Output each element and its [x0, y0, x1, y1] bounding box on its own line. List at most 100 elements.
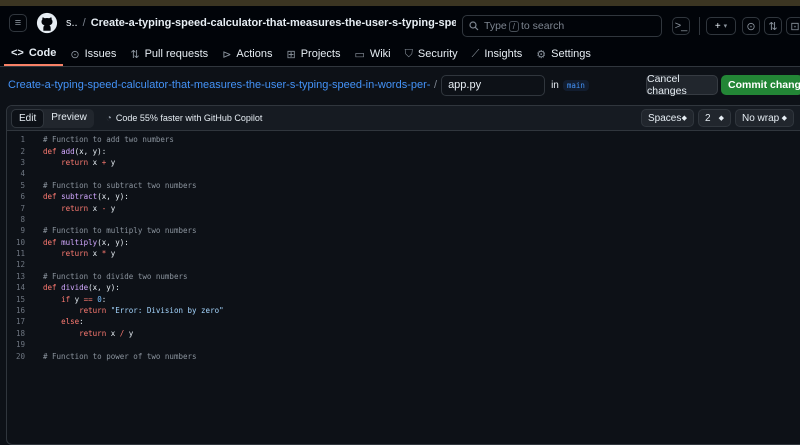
line-number: 19: [15, 340, 25, 350]
chevron-down-icon: ▾: [723, 23, 728, 30]
code-line[interactable]: 2 def add(x, y):: [7, 145, 800, 156]
tab-preview[interactable]: Preview: [44, 109, 94, 128]
tab-label: Settings: [551, 48, 591, 60]
code-line[interactable]: 20 # Function to power of two numbers: [7, 350, 800, 361]
repo-tabs: <> Code ⊙ Issues ⇅ Pull requests ⊳ Actio…: [0, 40, 800, 67]
cancel-changes-button[interactable]: Cancel changes: [646, 73, 718, 97]
line-number: 12: [15, 260, 25, 270]
code-line[interactable]: 12: [7, 259, 800, 270]
indent-size-select[interactable]: 2 ◆: [698, 109, 731, 127]
issues-icon[interactable]: ⊙: [742, 17, 760, 35]
line-number: 6: [20, 192, 25, 202]
line-number: 3: [20, 157, 25, 167]
tab-wiki[interactable]: ▭ Wiki: [347, 42, 397, 66]
line-number: 14: [15, 283, 25, 293]
tab-security[interactable]: ⛉ Security: [398, 42, 465, 66]
code-icon: <>: [11, 47, 24, 59]
menu-icon[interactable]: ≡: [9, 14, 27, 32]
tab-code[interactable]: <> Code: [4, 42, 64, 66]
tab-settings[interactable]: ⚙ Settings: [529, 42, 598, 66]
chevron-updown-icon: ◆: [781, 115, 787, 122]
code-line[interactable]: 14 def divide(x, y):: [7, 282, 800, 293]
edit-preview-toggle: Edit Preview: [11, 108, 94, 128]
code-line[interactable]: 9 # Function to multiply two numbers: [7, 225, 800, 236]
tab-pull-requests[interactable]: ⇅ Pull requests: [123, 42, 215, 66]
graph-icon: ⟋: [471, 47, 480, 60]
code-line[interactable]: 15 if y == 0:: [7, 293, 800, 304]
filename-input[interactable]: app.py: [441, 74, 546, 96]
tab-insights[interactable]: ⟋ Insights: [465, 42, 530, 66]
line-content: def subtract(x, y):: [43, 192, 129, 202]
code-line[interactable]: 18 return x / y: [7, 328, 800, 339]
code-line[interactable]: 3 return x + y: [7, 157, 800, 168]
code-line[interactable]: 6 def subtract(x, y):: [7, 191, 800, 202]
inbox-icon[interactable]: ⊡: [786, 17, 800, 35]
tab-label: Issues: [84, 48, 117, 60]
code-area[interactable]: 1 # Function to add two numbers 2 def add(x…: [7, 131, 800, 362]
search-placeholder-suffix: to search: [521, 20, 565, 32]
code-line[interactable]: 17 else:: [7, 316, 800, 327]
line-number: 7: [20, 203, 25, 213]
create-new-button[interactable]: + ▾: [706, 17, 736, 35]
code-line[interactable]: 19: [7, 339, 800, 350]
tab-projects[interactable]: ⊞ Projects: [279, 42, 347, 66]
copilot-icon: ◔: [105, 112, 112, 124]
github-logo-icon[interactable]: [36, 12, 58, 34]
breadcrumb: s.. / Create-a-typing-speed-calculator-t…: [66, 17, 456, 29]
indent-mode-select[interactable]: Spaces ◆: [641, 109, 694, 127]
line-number: 18: [15, 328, 25, 338]
tab-edit[interactable]: Edit: [11, 108, 45, 128]
indent-mode-value: Spaces: [648, 112, 682, 124]
line-number: 2: [20, 146, 25, 156]
code-line[interactable]: 8: [7, 214, 800, 225]
tab-label: Insights: [484, 48, 523, 60]
repo-link[interactable]: Create-a-typing-speed-calculator-that-me…: [91, 17, 456, 29]
code-line[interactable]: 4: [7, 168, 800, 179]
pull-request-icon: ⇅: [130, 48, 140, 61]
book-icon: ▭: [354, 48, 365, 61]
search-shortcut-key: /: [508, 20, 519, 32]
line-number: 11: [15, 249, 25, 259]
pull-requests-icon[interactable]: ⇅: [764, 17, 782, 35]
search-input[interactable]: Type / to search: [462, 15, 662, 37]
path-separator: /: [434, 79, 438, 91]
code-line[interactable]: 13 # Function to divide two numbers: [7, 271, 800, 282]
code-line[interactable]: 16 return "Error: Division by zero": [7, 305, 800, 316]
tab-issues[interactable]: ⊙ Issues: [63, 42, 123, 66]
copilot-promo[interactable]: ◔ Code 55% faster with GitHub Copilot: [106, 113, 263, 124]
line-content: # Function to divide two numbers: [43, 271, 188, 281]
header-divider: [699, 17, 700, 35]
tab-label: Security: [417, 48, 458, 60]
table-icon: ⊞: [286, 48, 296, 61]
code-editor: Edit Preview ◔ Code 55% faster with GitH…: [6, 105, 800, 445]
wrap-mode-select[interactable]: No wrap ◆: [735, 109, 794, 127]
line-number: 5: [20, 180, 25, 190]
code-line[interactable]: 1 # Function to add two numbers: [7, 134, 800, 145]
line-number: 13: [15, 271, 25, 281]
code-line[interactable]: 10 def multiply(x, y):: [7, 237, 800, 248]
line-content: return x / y: [79, 328, 134, 338]
line-content: if y == 0:: [61, 294, 107, 304]
line-content: # Function to multiply two numbers: [43, 226, 197, 236]
code-line[interactable]: 7 return x - y: [7, 202, 800, 213]
code-line[interactable]: 11 return x * y: [7, 248, 800, 259]
commit-changes-button[interactable]: Commit changes...: [721, 75, 800, 95]
line-number: 8: [20, 214, 25, 224]
line-number: 9: [20, 226, 25, 236]
code-line[interactable]: 5 # Function to subtract two numbers: [7, 180, 800, 191]
plus-icon: +: [714, 20, 721, 32]
line-content: # Function to subtract two numbers: [43, 180, 197, 190]
command-palette-icon[interactable]: >_: [672, 17, 690, 35]
line-content: # Function to power of two numbers: [43, 351, 197, 361]
line-content: # Function to add two numbers: [43, 135, 174, 145]
line-content: return x * y: [61, 249, 116, 259]
breadcrumb-separator: /: [82, 17, 86, 29]
line-number: 16: [15, 306, 25, 316]
owner-link[interactable]: s..: [66, 17, 78, 29]
branch-badge: main: [562, 79, 589, 91]
tab-label: Projects: [300, 48, 341, 60]
tab-label: Actions: [236, 48, 273, 60]
copilot-text: Code 55% faster with GitHub Copilot: [115, 113, 263, 123]
repo-path-link[interactable]: Create-a-typing-speed-calculator-that-me…: [8, 79, 430, 91]
tab-actions[interactable]: ⊳ Actions: [215, 42, 279, 66]
